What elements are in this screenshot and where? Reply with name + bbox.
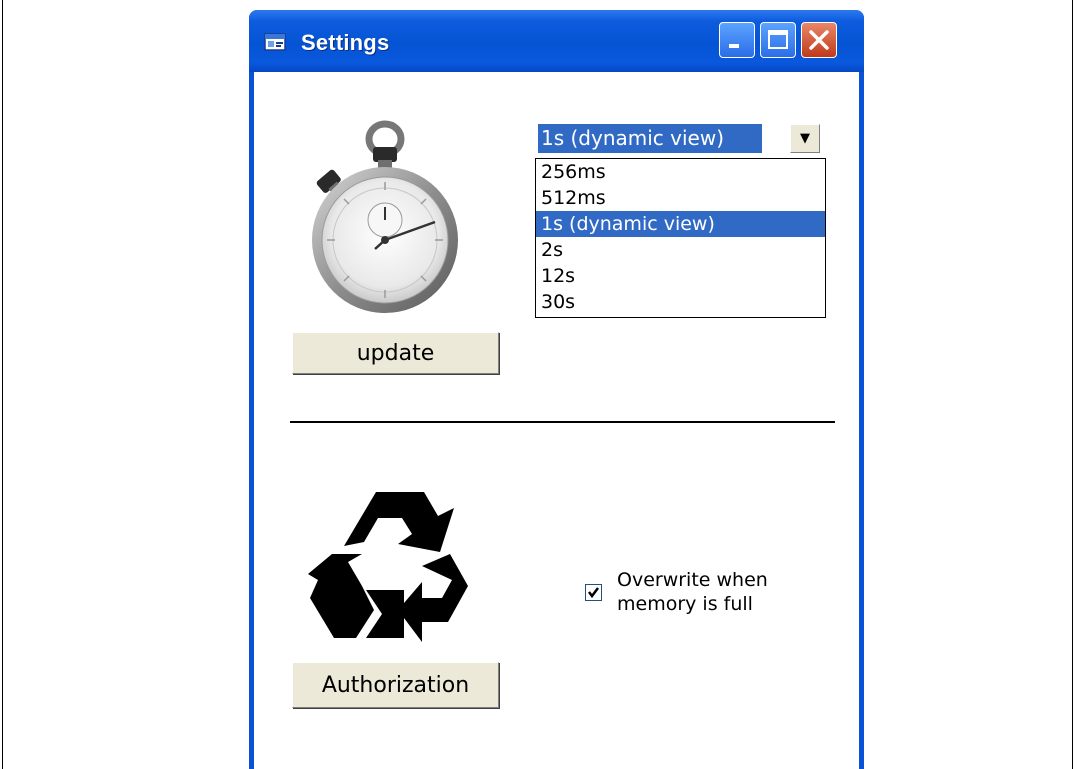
checkbox-label-line1: Overwrite when (617, 569, 768, 591)
section-divider (290, 421, 835, 423)
minimize-icon (729, 44, 739, 48)
dropdown-selected-value[interactable]: 1s (dynamic view) (538, 124, 762, 153)
close-icon (809, 30, 829, 50)
minimize-button[interactable] (719, 22, 755, 58)
update-interval-dropdown[interactable]: 1s (dynamic view) ▼ (536, 120, 826, 156)
maximize-button[interactable] (760, 22, 796, 58)
maximize-icon (768, 30, 788, 49)
list-option-selected[interactable]: 1s (dynamic view) (536, 211, 825, 237)
app-icon (264, 33, 286, 51)
settings-window: Settings update 1s (dynamic view) ▼ 256m… (249, 10, 864, 769)
window-title: Settings (301, 30, 390, 55)
update-button[interactable]: update (292, 332, 499, 374)
list-option[interactable]: 2s (536, 237, 825, 263)
checkbox-label-line2: memory is full (617, 593, 753, 615)
dropdown-toggle-button[interactable]: ▼ (790, 124, 820, 153)
overwrite-checkbox[interactable] (585, 584, 602, 601)
settings-content: update 1s (dynamic view) ▼ 256ms 512ms 1… (254, 72, 859, 769)
overwrite-checkbox-label[interactable]: Overwrite when memory is full (617, 568, 768, 616)
list-option[interactable]: 12s (536, 263, 825, 289)
page-frame-left (2, 0, 3, 769)
stopwatch-icon (312, 120, 458, 313)
authorization-button[interactable]: Authorization (292, 662, 499, 708)
recycle-icon (308, 492, 468, 642)
checkmark-icon (588, 587, 599, 599)
update-interval-list: 256ms 512ms 1s (dynamic view) 2s 12s 30s (535, 158, 826, 318)
page-frame-right (1072, 0, 1073, 769)
list-option[interactable]: 256ms (536, 159, 825, 185)
list-option[interactable]: 30s (536, 289, 825, 315)
title-bar[interactable]: Settings (249, 10, 864, 72)
chevron-down-icon: ▼ (800, 131, 810, 146)
list-option[interactable]: 512ms (536, 185, 825, 211)
close-button[interactable] (801, 22, 837, 58)
